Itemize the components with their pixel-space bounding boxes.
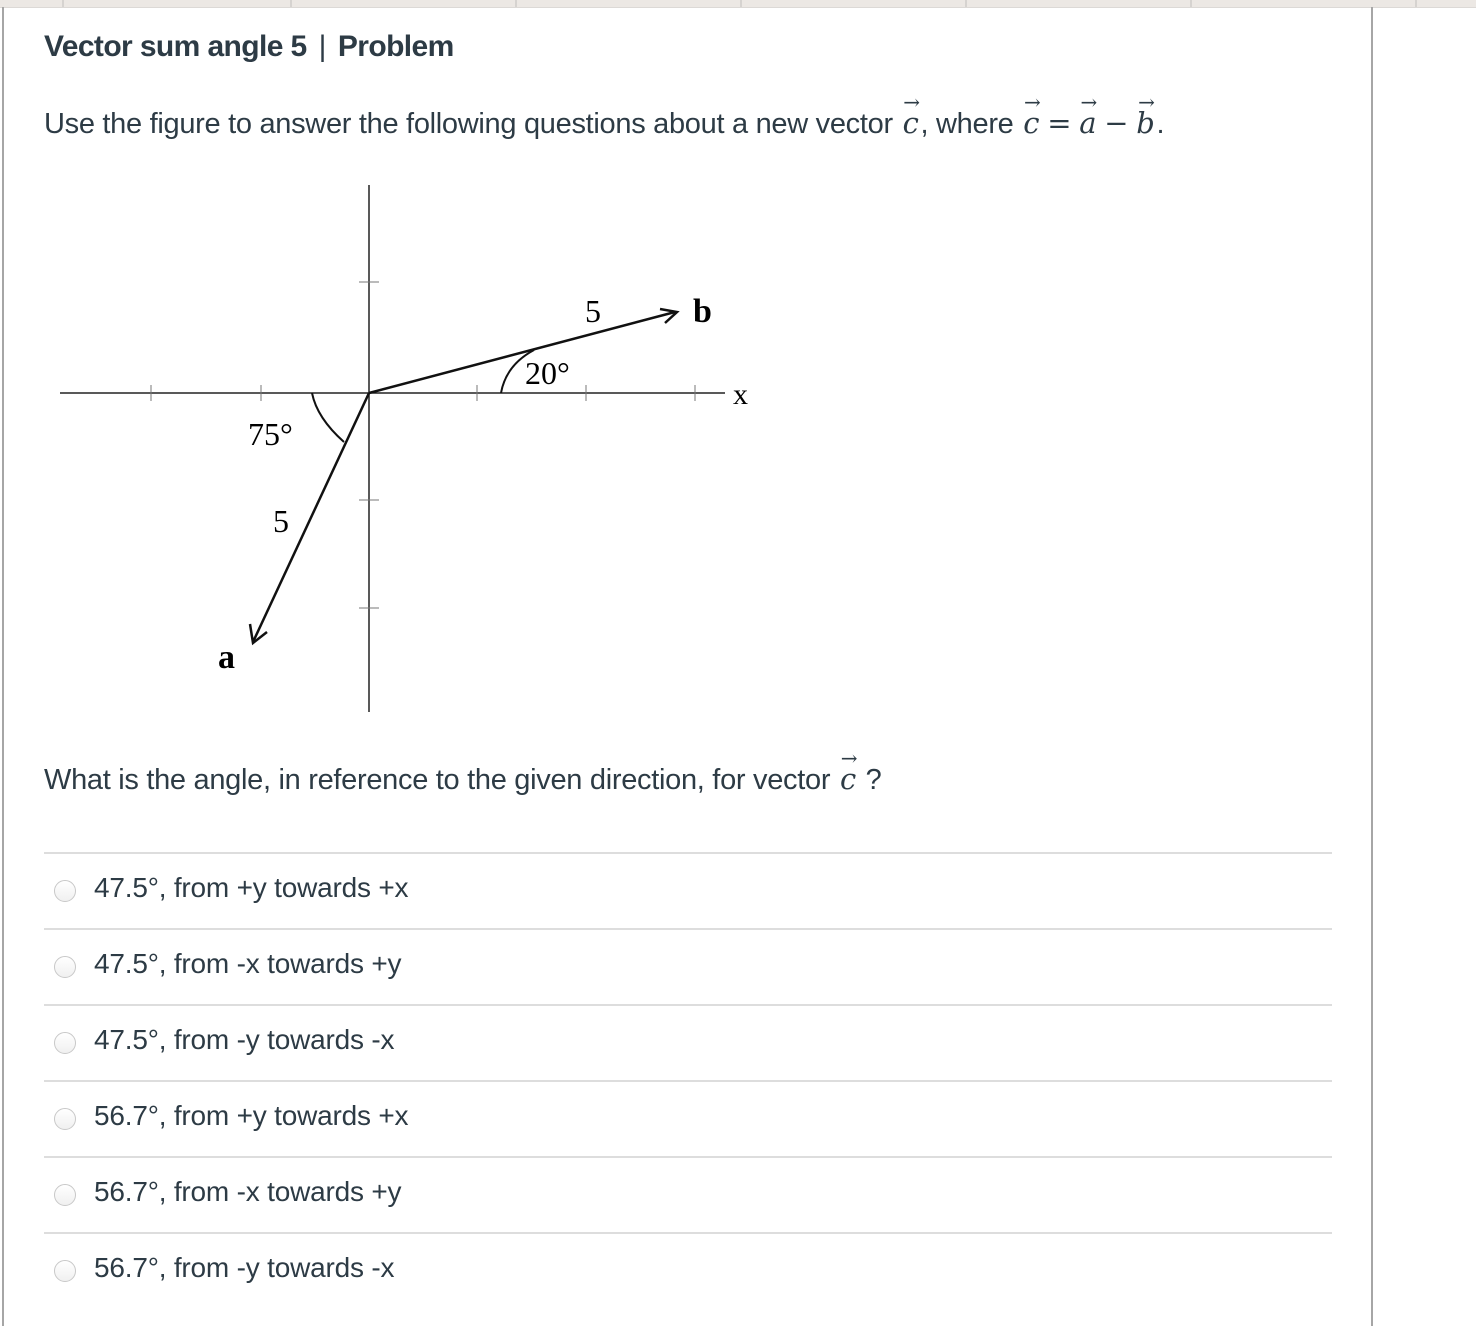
equals-sign: = <box>1047 106 1072 140</box>
answer-option-6[interactable]: 56.7°, from -y towards -x <box>44 1232 1332 1308</box>
title-main: Vector sum angle 5 <box>44 30 307 63</box>
answer-list: 47.5°, from +y towards +x 47.5°, from -x… <box>44 852 1332 1308</box>
answer-option-5[interactable]: 56.7°, from -x towards +y <box>44 1156 1332 1232</box>
vector-b-magnitude: 5 <box>585 293 601 329</box>
vector-a-magnitude: 5 <box>273 503 289 539</box>
equation-lhs-c: → c <box>1023 90 1041 140</box>
vector-b-line <box>368 310 676 395</box>
answer-label[interactable]: 56.7°, from -x towards +y <box>94 1176 402 1208</box>
answer-label[interactable]: 47.5°, from -x towards +y <box>94 948 402 980</box>
answer-label[interactable]: 56.7°, from -y towards -x <box>94 1252 394 1284</box>
tab-divider <box>1190 0 1192 7</box>
answer-option-2[interactable]: 47.5°, from -x towards +y <box>44 928 1332 1004</box>
tab-divider <box>290 0 292 7</box>
vector-b-angle: 20° <box>525 355 570 391</box>
radio-button[interactable] <box>54 1184 76 1206</box>
answer-option-4[interactable]: 56.7°, from +y towards +x <box>44 1080 1332 1156</box>
prompt-period: . <box>1156 108 1165 140</box>
vector-arrow-icon: → <box>1138 90 1155 114</box>
left-border <box>2 7 4 1326</box>
answer-option-1[interactable]: 47.5°, from +y towards +x <box>44 852 1332 928</box>
vector-a-arrowhead-icon <box>248 623 268 646</box>
prompt-text-middle: , where <box>920 108 1014 140</box>
top-tab-strip <box>0 0 1476 8</box>
radio-button[interactable] <box>54 1108 76 1130</box>
answer-label[interactable]: 47.5°, from -y towards -x <box>94 1024 394 1056</box>
vector-a-angle: 75° <box>248 416 293 452</box>
answer-label[interactable]: 56.7°, from +y towards +x <box>94 1100 409 1132</box>
radio-button[interactable] <box>54 1032 76 1054</box>
right-border <box>1371 7 1373 1326</box>
angle-arc-75 <box>311 392 345 443</box>
vector-figure: x b 5 20° a 5 75° <box>60 185 748 712</box>
radio-button[interactable] <box>54 880 76 902</box>
vector-arrow-icon: → <box>1024 90 1041 114</box>
question-vector-c: → c <box>839 746 858 796</box>
radio-button[interactable] <box>54 1260 76 1282</box>
answer-label[interactable]: 47.5°, from +y towards +x <box>94 872 409 904</box>
tab-divider <box>1415 0 1417 7</box>
vector-arrow-icon: → <box>840 746 858 770</box>
prompt-text: Use the figure to answer the following q… <box>44 108 893 140</box>
tab-divider <box>62 0 64 7</box>
title-separator: | <box>318 30 327 63</box>
problem-prompt: Use the figure to answer the following q… <box>44 90 1165 141</box>
vector-c-symbol: → c <box>902 90 921 140</box>
question-text: What is the angle, in reference to the g… <box>44 746 882 797</box>
tab-divider <box>965 0 967 7</box>
question-mark: ? <box>865 764 882 796</box>
equation-a: → a <box>1079 90 1097 140</box>
answer-option-3[interactable]: 47.5°, from -y towards -x <box>44 1004 1332 1080</box>
vector-arrow-icon: → <box>1080 90 1098 114</box>
title-section: Problem <box>337 30 454 63</box>
equation-b: → b <box>1136 90 1155 140</box>
radio-button[interactable] <box>54 956 76 978</box>
question-label: What is the angle, in reference to the g… <box>44 764 831 796</box>
x-axis-label: x <box>733 378 748 411</box>
tab-divider <box>740 0 742 7</box>
vector-arrow-icon: → <box>903 90 920 114</box>
page-title: Vector sum angle 5 | Problem <box>44 30 454 64</box>
minus-sign: − <box>1104 106 1129 140</box>
vector-a-label: a <box>218 639 235 676</box>
tab-divider <box>515 0 517 7</box>
vector-b-label: b <box>693 293 712 330</box>
